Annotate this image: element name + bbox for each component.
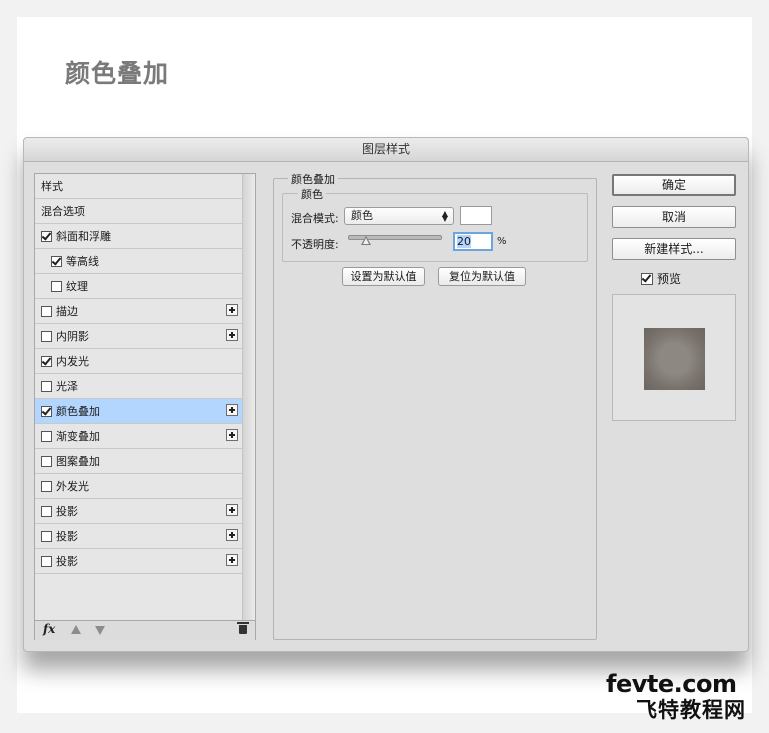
style-list-label: 纹理: [66, 280, 88, 293]
add-effect-plus-icon[interactable]: [226, 529, 238, 541]
opacity-slider-thumb[interactable]: [361, 236, 372, 245]
style-list-item[interactable]: 描边: [35, 299, 242, 324]
style-list-item[interactable]: 斜面和浮雕: [35, 224, 242, 249]
style-list-label: 内阴影: [56, 330, 89, 343]
add-effect-plus-icon[interactable]: [226, 429, 238, 441]
style-list-item[interactable]: 等高线: [35, 249, 242, 274]
style-list-item[interactable]: 外发光: [35, 474, 242, 499]
style-list-item[interactable]: 样式: [35, 174, 242, 199]
opacity-unit: %: [497, 236, 507, 247]
style-list-item[interactable]: 颜色叠加: [35, 399, 242, 424]
style-checkbox[interactable]: [41, 355, 52, 367]
style-list-label: 投影: [56, 505, 78, 518]
subpanel-legend: 颜色: [298, 186, 326, 202]
style-checkbox[interactable]: [41, 305, 52, 317]
style-list-label: 光泽: [56, 380, 78, 393]
style-checkbox[interactable]: [41, 505, 52, 517]
style-checkbox[interactable]: [41, 480, 52, 492]
opacity-label: 不透明度:: [291, 238, 339, 251]
style-checkbox[interactable]: [51, 255, 62, 267]
fx-icon[interactable]: fx: [43, 622, 55, 636]
style-list-label: 渐变叠加: [56, 430, 100, 443]
style-checkbox[interactable]: [41, 230, 52, 242]
panel-legend: 颜色叠加: [288, 171, 338, 187]
ok-button[interactable]: 确定: [612, 174, 736, 196]
list-scrollbar[interactable]: [242, 174, 255, 620]
new-style-button[interactable]: 新建样式...: [612, 238, 736, 260]
add-effect-plus-icon[interactable]: [226, 304, 238, 316]
blend-mode-select[interactable]: 颜色 ▲ ▼: [344, 207, 454, 225]
style-list-label: 投影: [56, 555, 78, 568]
style-checkbox[interactable]: [41, 430, 52, 442]
trash-icon[interactable]: [237, 622, 249, 634]
style-list-label: 内发光: [56, 355, 89, 368]
style-checkbox[interactable]: [41, 330, 52, 342]
style-list-item[interactable]: 投影: [35, 524, 242, 549]
style-checkbox[interactable]: [51, 280, 62, 292]
style-list-item[interactable]: 渐变叠加: [35, 424, 242, 449]
add-effect-plus-icon[interactable]: [226, 504, 238, 516]
arrow-down-icon[interactable]: [95, 626, 105, 635]
style-list-label: 图案叠加: [56, 455, 100, 468]
style-checkbox[interactable]: [41, 380, 52, 392]
layer-style-dialog: 图层样式 样式 混合选项 斜面和浮雕 等高线 纹理 描边 内阴影 内发光 光泽 颜色叠加 渐变叠加图…: [23, 137, 749, 652]
style-list-label: 混合选项: [41, 205, 85, 218]
page-heading: 颜色叠加: [65, 59, 170, 88]
add-effect-plus-icon[interactable]: [226, 554, 238, 566]
style-list-item[interactable]: 内阴影: [35, 324, 242, 349]
style-list-item[interactable]: 纹理: [35, 274, 242, 299]
style-list: 样式混合选项斜面和浮雕等高线纹理描边内阴影内发光光泽颜色叠加渐变叠加图案叠加外发…: [34, 173, 256, 640]
style-checkbox[interactable]: [41, 455, 52, 467]
opacity-value: 20: [457, 235, 471, 248]
watermark-name: 飞特教程网: [636, 698, 746, 722]
style-list-item[interactable]: 投影: [35, 499, 242, 524]
add-effect-plus-icon[interactable]: [226, 329, 238, 341]
style-checkbox[interactable]: [41, 405, 52, 417]
blend-mode-value: 颜色: [351, 209, 373, 222]
add-effect-plus-icon[interactable]: [226, 404, 238, 416]
preview-checkbox[interactable]: 预览: [641, 270, 681, 287]
style-list-label: 描边: [56, 305, 78, 318]
overlay-color-swatch[interactable]: [460, 206, 492, 225]
updown-arrows-icon: ▲ ▼: [441, 209, 448, 223]
style-list-item[interactable]: 图案叠加: [35, 449, 242, 474]
arrow-up-icon[interactable]: [71, 625, 81, 634]
preview-label: 预览: [657, 272, 682, 286]
style-list-label: 斜面和浮雕: [56, 230, 111, 243]
style-list-label: 样式: [41, 180, 63, 193]
reset-default-button[interactable]: 复位为默认值: [438, 267, 526, 286]
preview-area: [612, 294, 736, 421]
preview-checkbox-box[interactable]: [641, 272, 653, 285]
style-list-item[interactable]: 光泽: [35, 374, 242, 399]
style-list-label: 外发光: [56, 480, 89, 493]
blend-mode-label: 混合模式:: [291, 212, 339, 225]
style-list-item[interactable]: 混合选项: [35, 199, 242, 224]
style-checkbox[interactable]: [41, 530, 52, 542]
style-list-label: 投影: [56, 530, 78, 543]
style-list-item[interactable]: 投影: [35, 549, 242, 574]
style-list-label: 等高线: [66, 255, 99, 268]
preview-thumbnail: [644, 328, 705, 390]
opacity-input[interactable]: 20: [453, 232, 493, 251]
style-checkbox[interactable]: [41, 555, 52, 567]
cancel-button[interactable]: 取消: [612, 206, 736, 228]
style-list-item[interactable]: 内发光: [35, 349, 242, 374]
style-list-label: 颜色叠加: [56, 405, 100, 418]
set-default-button[interactable]: 设置为默认值: [342, 267, 425, 286]
style-list-items: 样式混合选项斜面和浮雕等高线纹理描边内阴影内发光光泽颜色叠加渐变叠加图案叠加外发…: [35, 174, 242, 620]
style-list-footer: fx: [35, 620, 255, 640]
dialog-title: 图层样式: [24, 138, 748, 162]
